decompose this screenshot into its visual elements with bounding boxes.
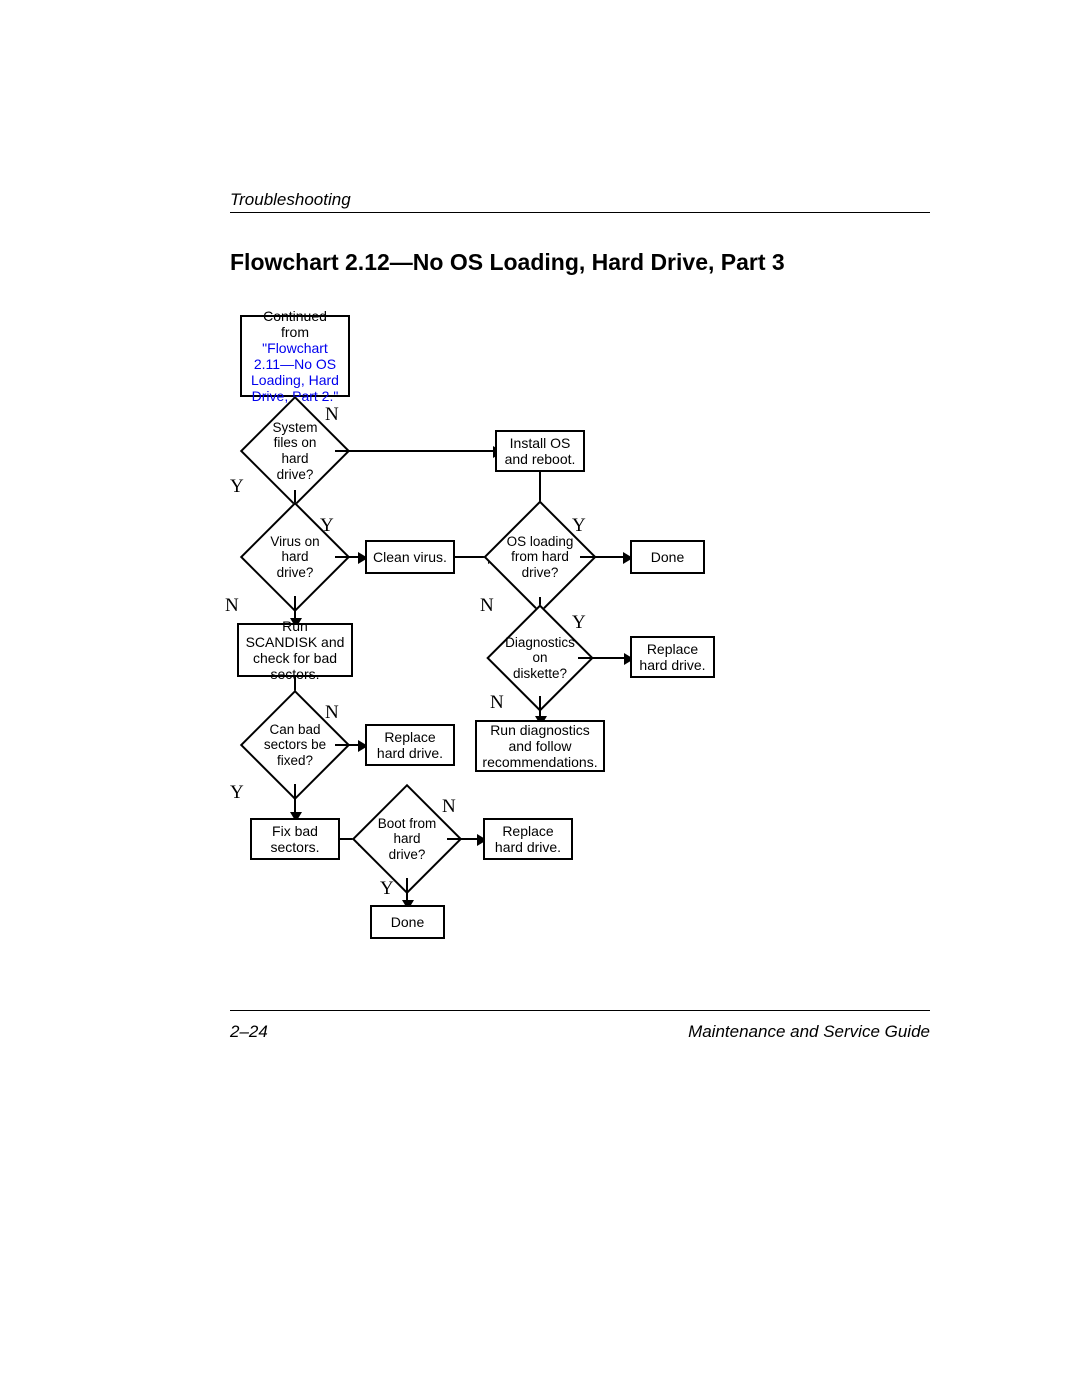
node-done2: Done <box>370 905 445 939</box>
node-replace1: Replace hard drive. <box>630 636 715 678</box>
guide-title: Maintenance and Service Guide <box>688 1022 930 1042</box>
edge-label: Y <box>230 476 244 498</box>
node-replace3-text: Replace hard drive. <box>491 823 565 855</box>
node-rundiag-text: Run diagnostics and follow recommendatio… <box>482 722 597 770</box>
node-diag: Diagnostics on diskette? <box>502 620 578 696</box>
node-diag-text: Diagnostics on diskette? <box>505 635 575 682</box>
node-sysfiles-text: System files on hard drive? <box>262 420 328 482</box>
node-install-text: Install OS and reboot. <box>503 435 577 467</box>
edge-label: N <box>490 692 504 714</box>
edge-label: Y <box>320 515 334 537</box>
node-canfix: Can bad sectors be fixed? <box>256 706 334 784</box>
section-header: Troubleshooting <box>230 190 351 210</box>
page-number: 2–24 <box>230 1022 268 1042</box>
node-osload-text: OS loading from hard drive? <box>506 534 574 581</box>
node-canfix-text: Can bad sectors be fixed? <box>262 722 328 769</box>
node-start-text: Continued from <box>248 308 342 340</box>
page: Troubleshooting Flowchart 2.12—No OS Loa… <box>0 0 1080 1397</box>
edge-label: N <box>225 595 239 617</box>
node-virus-text: Virus on hard drive? <box>262 534 328 581</box>
node-replace3: Replace hard drive. <box>483 818 573 860</box>
node-start-link[interactable]: "Flowchart 2.11—No OS Loading, Hard Driv… <box>248 340 342 404</box>
edge-label: Y <box>572 612 586 634</box>
page-title: Flowchart 2.12—No OS Loading, Hard Drive… <box>230 248 785 277</box>
node-install: Install OS and reboot. <box>495 430 585 472</box>
node-sysfiles: System files on hard drive? <box>256 412 334 490</box>
edge-label: N <box>325 702 339 724</box>
edge-label: N <box>442 796 456 818</box>
node-osload: OS loading from hard drive? <box>500 517 580 597</box>
header-rule <box>230 212 930 213</box>
node-replace2-text: Replace hard drive. <box>373 729 447 761</box>
node-clean-text: Clean virus. <box>373 549 447 565</box>
node-scandisk: Run SCANDISK and check for bad sectors. <box>237 623 353 677</box>
edge-label: Y <box>380 878 394 900</box>
node-fixbad: Fix bad sectors. <box>250 818 340 860</box>
node-done1: Done <box>630 540 705 574</box>
node-scandisk-text: Run SCANDISK and check for bad sectors. <box>245 618 345 682</box>
node-replace2: Replace hard drive. <box>365 724 455 766</box>
edge-label: Y <box>230 782 244 804</box>
footer-rule <box>230 1010 930 1011</box>
node-start: Continued from "Flowchart 2.11—No OS Loa… <box>240 315 350 397</box>
node-done1-text: Done <box>651 549 684 565</box>
node-rundiag: Run diagnostics and follow recommendatio… <box>475 720 605 772</box>
node-done2-text: Done <box>391 914 424 930</box>
edge-label: Y <box>572 515 586 537</box>
edge-label: N <box>480 595 494 617</box>
node-bootfrom-text: Boot from hard drive? <box>374 816 440 863</box>
node-bootfrom: Boot from hard drive? <box>368 800 446 878</box>
edge-label: N <box>325 404 339 426</box>
node-clean: Clean virus. <box>365 540 455 574</box>
node-replace1-text: Replace hard drive. <box>638 641 707 673</box>
node-fixbad-text: Fix bad sectors. <box>258 823 332 855</box>
